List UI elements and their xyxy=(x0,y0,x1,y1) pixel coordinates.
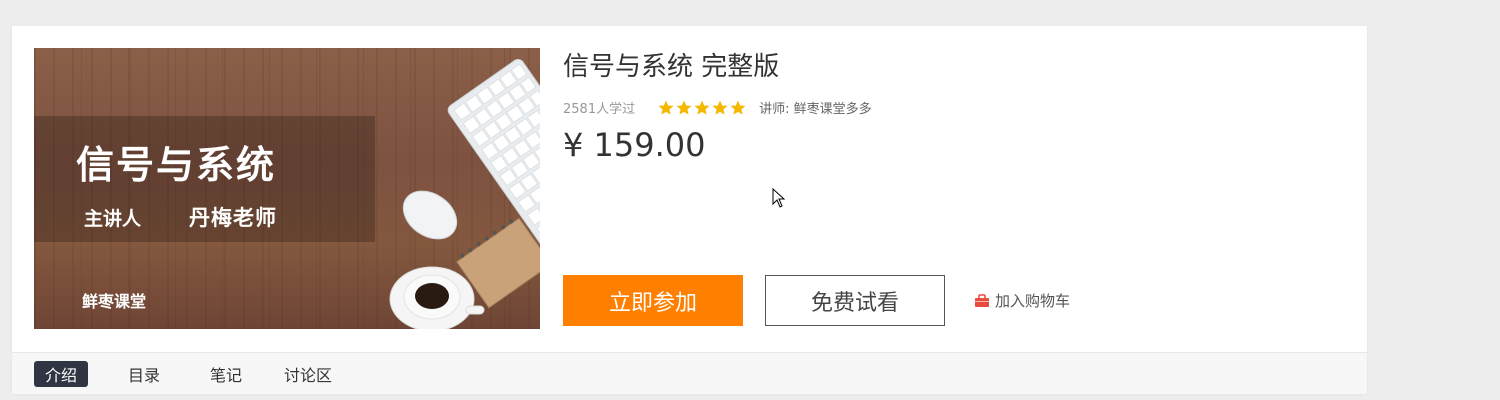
cover-title: 信号与系统 xyxy=(76,143,277,187)
star-icon xyxy=(676,100,692,115)
cart-icon xyxy=(975,293,989,307)
cover-teacher-label: 主讲人 xyxy=(84,208,142,230)
tab-catalog[interactable]: 目录 xyxy=(128,361,160,387)
rating-stars xyxy=(657,99,747,117)
mouse-pointer-icon xyxy=(772,188,786,208)
course-price: ¥ 159.00 xyxy=(563,126,706,164)
course-meta: 2581人学过 讲师: 鲜枣课堂多多 xyxy=(563,98,872,117)
teacher-line: 讲师: 鲜枣课堂多多 xyxy=(759,102,872,117)
add-to-cart-label: 加入购物车 xyxy=(995,292,1071,310)
star-icon xyxy=(730,100,746,115)
cover-brand: 鲜枣课堂 xyxy=(82,292,147,311)
star-icon xyxy=(712,100,728,115)
course-card: 信号与系统 主讲人 丹梅老师 鲜枣课堂 信号与系统 完整版 2581人学过 讲师… xyxy=(12,26,1367,394)
tab-notes[interactable]: 笔记 xyxy=(210,361,242,387)
free-trial-button[interactable]: 免费试看 xyxy=(765,275,945,326)
tab-intro[interactable]: 介绍 xyxy=(34,361,89,387)
cover-teacher-name: 丹梅老师 xyxy=(189,206,277,230)
course-title: 信号与系统 完整版 xyxy=(563,52,780,82)
learner-count: 2581人学过 xyxy=(563,102,636,117)
course-cover-image[interactable]: 信号与系统 主讲人 丹梅老师 鲜枣课堂 xyxy=(34,48,540,329)
course-tabs: 介绍 目录 笔记 讨论区 xyxy=(12,352,1367,394)
tab-discussion[interactable]: 讨论区 xyxy=(284,361,332,387)
star-icon xyxy=(694,100,710,115)
star-icon xyxy=(658,100,674,115)
add-to-cart-link[interactable]: 加入购物车 xyxy=(974,290,1070,311)
join-now-button[interactable]: 立即参加 xyxy=(563,275,743,326)
